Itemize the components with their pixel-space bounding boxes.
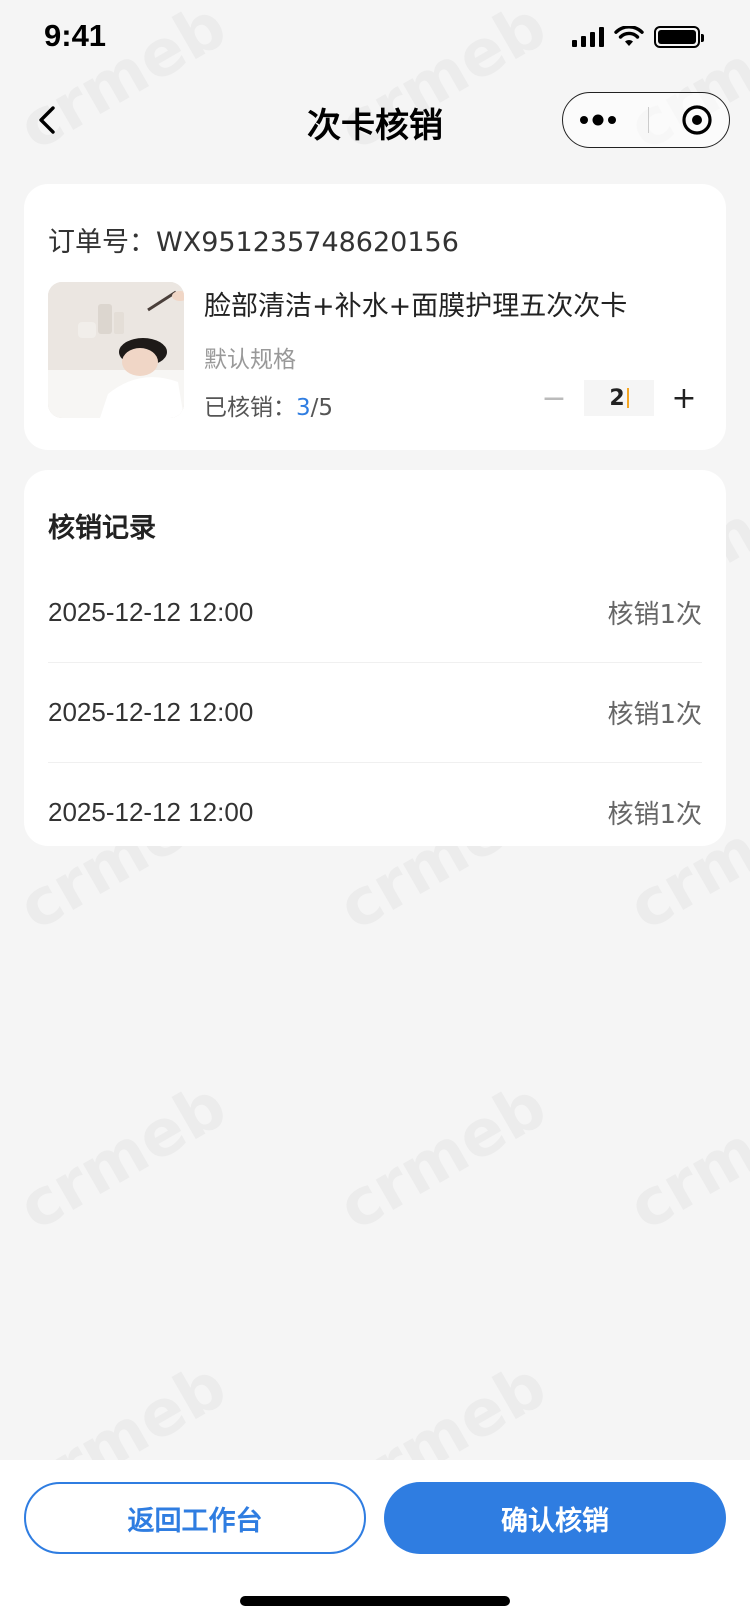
verified-total: /5 [310,395,334,421]
nav-bar: 次卡核销 [0,88,750,156]
quantity-input[interactable]: 2 [584,380,654,416]
order-number: 订单号：WX951235748620156 [48,227,459,258]
record-count: 核销1次 [607,699,702,730]
record-date: 2025-12-12 12:00 [48,596,254,627]
list-item: 2025-12-12 12:00 核销1次 [48,562,702,663]
records-card: 核销记录 2025-12-12 12:00 核销1次 2025-12-12 12… [24,470,726,846]
list-item: 2025-12-12 12:00 核销1次 [48,762,702,862]
record-date: 2025-12-12 12:00 [48,696,254,727]
more-dots-icon[interactable] [578,114,618,126]
mini-program-capsule [562,92,730,148]
bottom-action-bar: 返回工作台 确认核销 [0,1460,750,1624]
records-title: 核销记录 [48,513,156,544]
back-to-workbench-button[interactable]: 返回工作台 [24,1482,366,1554]
text-caret [626,388,629,408]
list-item: 2025-12-12 12:00 核销1次 [48,662,702,763]
status-icons [572,26,704,48]
battery-icon [654,26,704,48]
verified-progress: 已核销：3/5 [204,388,333,422]
quantity-value: 2 [609,385,625,411]
product-spec: 默认规格 [204,347,296,373]
verified-done: 3 [296,395,311,421]
product-name: 脸部清洁+补水+面膜护理五次次卡 [204,291,628,322]
order-card: 订单号：WX951235748620156 脸部清洁+补水+面膜护理五次次卡 默… [24,184,726,450]
quantity-stepper: − 2 + [536,380,702,416]
status-bar: 9:41 [0,0,750,80]
capsule-divider [648,107,650,133]
verified-label: 已核销： [204,395,296,421]
target-close-icon[interactable] [680,103,714,137]
wifi-icon [614,26,644,46]
signal-icon [572,27,604,47]
record-count: 核销1次 [607,799,702,830]
product-image [48,282,184,418]
home-indicator [240,1596,510,1606]
status-time: 9:41 [44,18,107,53]
record-date: 2025-12-12 12:00 [48,796,254,827]
confirm-verify-button[interactable]: 确认核销 [384,1482,726,1554]
record-count: 核销1次 [607,599,702,630]
decrement-button[interactable]: − [536,380,572,416]
increment-button[interactable]: + [666,380,702,416]
